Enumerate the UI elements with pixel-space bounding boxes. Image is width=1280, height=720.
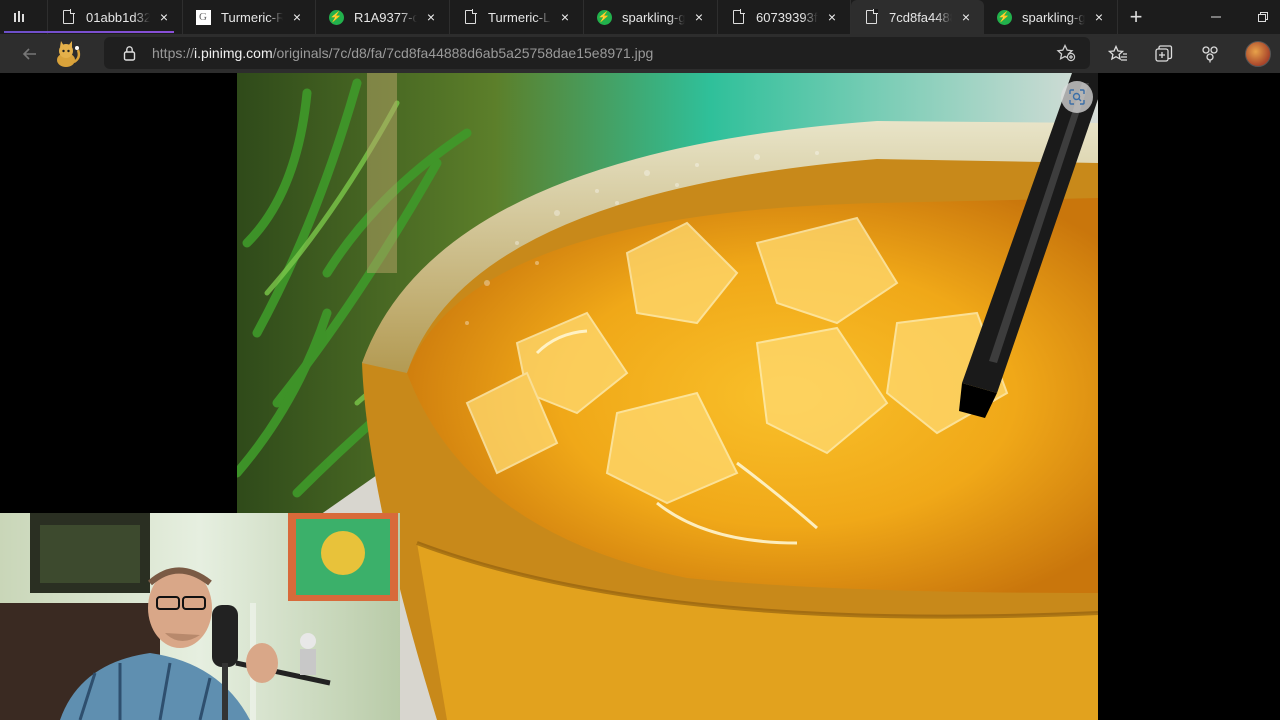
bolt-icon: ⚡ (328, 9, 344, 25)
collections-button[interactable] (1146, 38, 1182, 70)
new-tab-button[interactable]: + (1118, 0, 1154, 34)
tab-title: sparkling-g (622, 9, 685, 25)
tab-6[interactable]: 60739393ft × (718, 0, 851, 34)
visual-search-button[interactable] (1061, 81, 1093, 113)
lock-icon (122, 44, 136, 62)
document-icon (60, 9, 76, 25)
document-icon (462, 9, 478, 25)
extension-icon (1202, 45, 1218, 62)
tab-group-indicator (4, 31, 174, 33)
tab-title: 60739393ft (756, 9, 818, 25)
page-content (0, 73, 1280, 720)
tab-title: Turmeric-Le (488, 9, 551, 25)
bolt-icon: ⚡ (996, 9, 1012, 25)
tab-title: Turmeric-Re (221, 9, 283, 25)
tab-close-icon[interactable]: × (1091, 9, 1107, 25)
avatar (1245, 40, 1271, 67)
bolt-icon: ⚡ (596, 9, 612, 25)
address-bar[interactable]: https://i.pinimg.com/originals/7c/d8/fa/… (104, 37, 1090, 69)
url-host: i.pinimg.com (194, 45, 273, 61)
tab-close-icon[interactable]: × (958, 9, 974, 25)
profile-button[interactable] (1240, 38, 1276, 70)
restore-icon (1258, 12, 1268, 22)
tab-close-icon[interactable]: × (423, 9, 439, 25)
favorites-button[interactable] (1100, 38, 1136, 70)
video-play-icon (12, 9, 28, 25)
g-letter-icon: G (195, 9, 211, 25)
tab-close-icon[interactable]: × (289, 9, 305, 25)
cat-mascot-icon (50, 40, 84, 70)
tab-close-icon[interactable]: × (824, 9, 840, 25)
tab-close-icon[interactable]: × (691, 9, 707, 25)
tab-4[interactable]: Turmeric-Le × (450, 0, 584, 34)
tab-title: 01abb1d32 (86, 9, 150, 25)
tab-title: 7cd8fa4488 (889, 9, 952, 25)
url-path: /originals/7c/d8/fa/7cd8fa44888d6ab5a257… (272, 45, 654, 61)
tab-strip: 01abb1d32 × G Turmeric-Re × ⚡ R1A9377-cc… (0, 0, 1280, 34)
back-arrow-icon (22, 47, 36, 60)
document-icon (730, 9, 746, 25)
tab-8[interactable]: ⚡ sparkling-g × (984, 0, 1118, 34)
collections-icon (1155, 44, 1173, 62)
tab-close-icon[interactable]: × (156, 9, 172, 25)
restore-button[interactable] (1240, 0, 1280, 34)
tab-1[interactable]: 01abb1d32 × (4, 0, 183, 34)
visual-search-icon (1069, 89, 1085, 105)
tab-title: R1A9377-cc (354, 9, 417, 25)
document-icon (863, 9, 879, 25)
tab-close-icon[interactable]: × (557, 9, 573, 25)
tab-title: sparkling-g (1022, 9, 1085, 25)
tab-2[interactable]: G Turmeric-Re × (183, 0, 316, 34)
add-favorite-icon[interactable] (1056, 43, 1076, 67)
back-button[interactable] (12, 38, 48, 70)
url-scheme: https:// (152, 45, 195, 61)
favorites-star-icon (1108, 44, 1127, 61)
toolbar: https://i.pinimg.com/originals/7c/d8/fa/… (0, 34, 1280, 73)
extensions-button[interactable] (1192, 38, 1228, 70)
minimize-icon (1211, 16, 1221, 18)
tab-7-active[interactable]: 7cd8fa4488 × (851, 0, 984, 34)
url-text[interactable]: https://i.pinimg.com/originals/7c/d8/fa/… (152, 45, 653, 61)
minimize-button[interactable] (1193, 0, 1239, 34)
webcam-overlay (0, 513, 400, 720)
tab-5[interactable]: ⚡ sparkling-g × (584, 0, 718, 34)
tab-0[interactable] (0, 0, 48, 34)
tab-3[interactable]: ⚡ R1A9377-cc × (316, 0, 450, 34)
